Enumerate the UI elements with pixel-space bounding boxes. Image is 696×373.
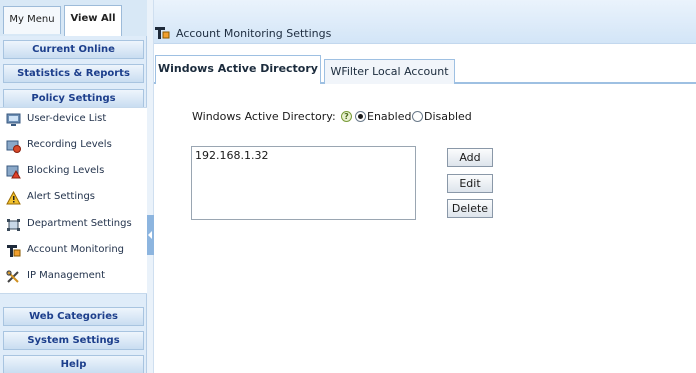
sidebar-item-label: IP Management — [27, 270, 106, 281]
sidebar-section-web-categories[interactable]: Web Categories — [3, 307, 144, 326]
help-icon[interactable]: ? — [341, 111, 352, 122]
tab-view-all[interactable]: View All — [64, 5, 122, 36]
sidebar-item-label: Alert Settings — [27, 191, 95, 202]
sidebar-item-blocking-levels[interactable]: Blocking Levels — [0, 160, 147, 186]
list-item[interactable]: 192.168.1.32 — [195, 149, 268, 162]
ad-server-list[interactable]: 192.168.1.32 — [191, 146, 416, 220]
sidebar-item-label: Department Settings — [27, 218, 132, 229]
sidebar-section-system-settings[interactable]: System Settings — [3, 331, 144, 350]
edit-button[interactable]: Edit — [447, 174, 493, 193]
blocking-levels-icon — [6, 165, 21, 179]
tab-wfilter-local-account[interactable]: WFilter Local Account — [324, 59, 455, 84]
sidebar-item-ip-management[interactable]: IP Management — [0, 265, 147, 291]
sidebar-item-department-settings[interactable]: Department Settings — [0, 213, 147, 239]
sidebar-item-label: Blocking Levels — [27, 165, 105, 176]
delete-button[interactable]: Delete — [447, 199, 493, 218]
sidebar-item-alert-settings[interactable]: Alert Settings — [0, 186, 147, 212]
add-button[interactable]: Add — [447, 148, 493, 167]
ad-setting-label: Windows Active Directory: — [192, 110, 336, 123]
alert-settings-icon — [6, 190, 21, 205]
sidebar-section-policy-settings[interactable]: Policy Settings — [3, 89, 144, 108]
sidebar-item-recording-levels[interactable]: Recording Levels — [0, 134, 147, 160]
sidebar-item-account-monitoring[interactable]: Account Monitoring — [0, 239, 147, 265]
department-settings-icon — [6, 218, 21, 232]
enabled-radio-label[interactable]: Enabled — [367, 110, 411, 123]
sidebar-item-label: Account Monitoring — [27, 244, 125, 255]
policy-settings-items: User-device List Recording Levels Blocki… — [0, 107, 147, 294]
tab-my-menu[interactable]: My Menu — [3, 6, 61, 34]
collapse-sidebar-handle[interactable] — [147, 215, 154, 255]
account-monitoring-icon — [6, 244, 21, 258]
recording-levels-icon — [6, 139, 21, 153]
sidebar-section-help[interactable]: Help — [3, 355, 144, 373]
sidebar-splitter[interactable] — [147, 0, 154, 373]
sidebar-item-user-device-list[interactable]: User-device List — [0, 108, 147, 134]
disabled-radio-label[interactable]: Disabled — [424, 110, 472, 123]
user-device-list-icon — [6, 113, 21, 127]
disabled-radio[interactable] — [412, 111, 423, 122]
enabled-radio[interactable] — [355, 111, 366, 122]
sidebar-section-current-online[interactable]: Current Online — [3, 40, 144, 59]
account-monitoring-icon — [154, 26, 170, 40]
ip-management-icon — [6, 270, 21, 284]
sidebar-item-label: Recording Levels — [27, 139, 112, 150]
sidebar: My Menu View All Current Online Statisti… — [0, 0, 147, 373]
page-title: Account Monitoring Settings — [176, 27, 332, 40]
sidebar-item-label: User-device List — [27, 113, 107, 124]
tab-windows-active-directory[interactable]: Windows Active Directory — [155, 55, 321, 84]
sidebar-tab-strip: My Menu View All — [0, 0, 147, 36]
sidebar-section-statistics-reports[interactable]: Statistics & Reports — [3, 64, 144, 83]
